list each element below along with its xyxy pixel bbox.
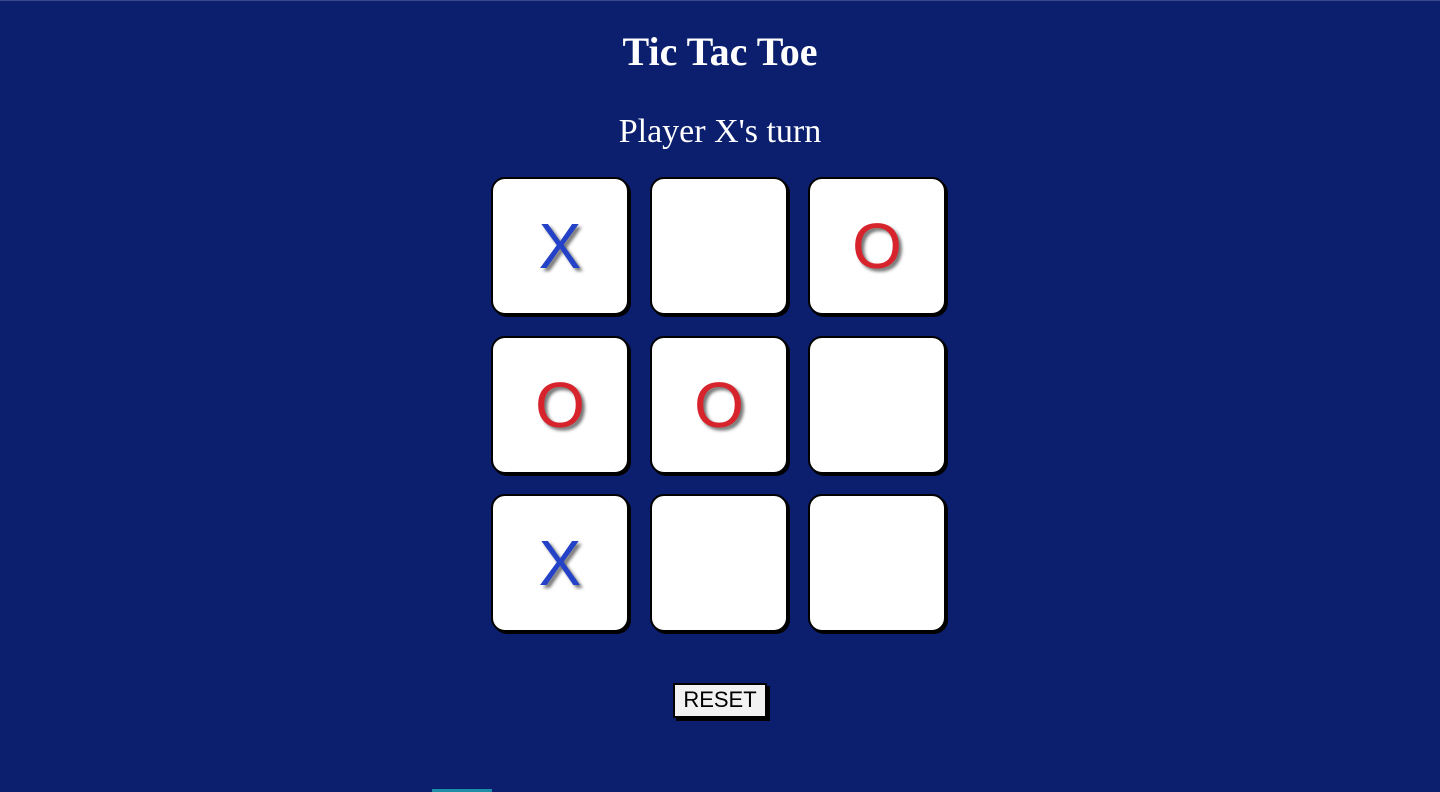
cell-r1-c1[interactable]: X bbox=[491, 177, 629, 315]
turn-status: Player X's turn bbox=[618, 113, 822, 150]
cell-r2-c2[interactable]: O bbox=[650, 336, 788, 474]
cell-mark: O bbox=[694, 369, 744, 441]
cell-mark: X bbox=[538, 527, 582, 599]
cell-r3-c1[interactable]: X bbox=[491, 494, 629, 632]
cell-mark: O bbox=[535, 369, 585, 441]
cell-mark: O bbox=[852, 210, 902, 282]
cell-r3-c3[interactable] bbox=[808, 494, 946, 632]
cell-r1-c3[interactable]: O bbox=[808, 177, 946, 315]
game-title: Tic Tac Toe bbox=[622, 29, 818, 74]
cell-r3-c2[interactable] bbox=[650, 494, 788, 632]
reset-container: RESET bbox=[0, 683, 1440, 718]
cell-r2-c3[interactable] bbox=[808, 336, 946, 474]
cell-r2-c1[interactable]: O bbox=[491, 336, 629, 474]
top-border bbox=[0, 0, 1440, 1]
reset-button[interactable]: RESET bbox=[673, 683, 767, 718]
cell-r1-c2[interactable] bbox=[650, 177, 788, 315]
game-board: X O O O X bbox=[491, 177, 949, 635]
cell-mark: X bbox=[538, 210, 582, 282]
